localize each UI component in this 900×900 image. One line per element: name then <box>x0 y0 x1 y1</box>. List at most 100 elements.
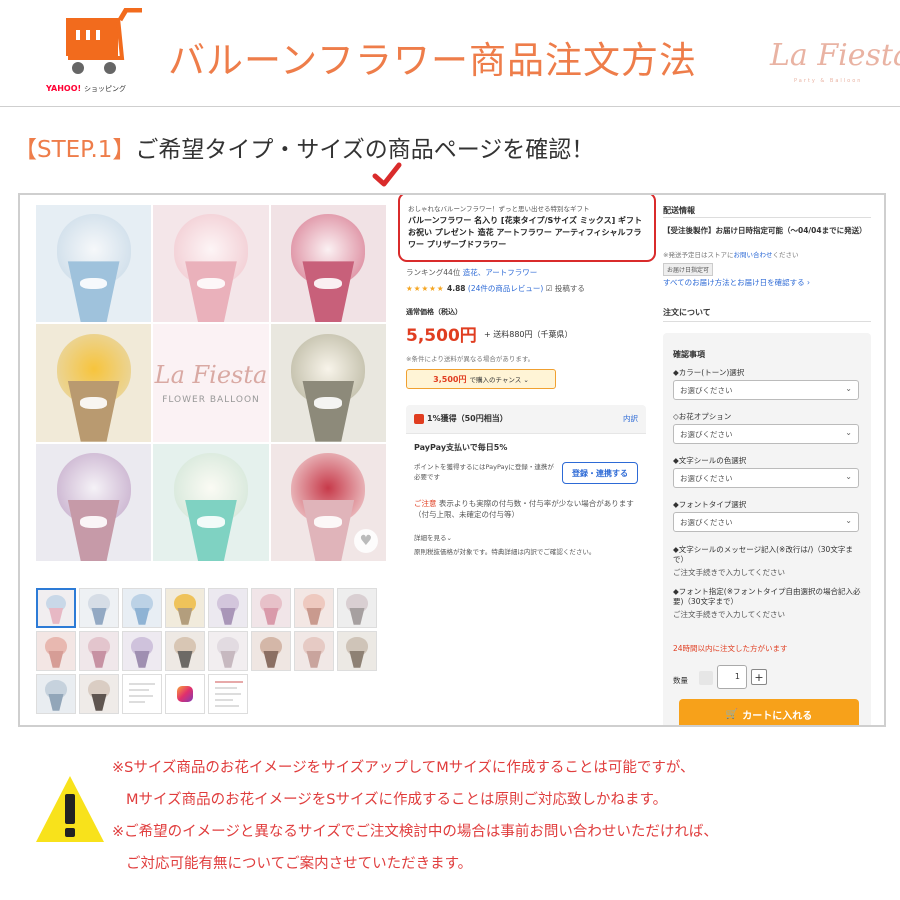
thumbnail[interactable] <box>36 674 76 714</box>
thumbnail[interactable] <box>294 588 334 628</box>
caution-text: ご注意 表示よりも実際の付与数・付与率が少ない場合があります（付与上限、未確定の… <box>414 499 634 519</box>
gallery-image[interactable] <box>270 205 386 323</box>
yahoo-shopping-logo: YAHOO! ショッピング <box>46 84 126 93</box>
breakdown-link[interactable]: 内訳 <box>623 413 638 424</box>
thumbnail[interactable] <box>251 588 291 628</box>
gallery-image[interactable] <box>153 443 269 561</box>
instagram-icon <box>177 686 193 702</box>
rating: ★★★★★ 4.88 (24件の商品レビュー) ☑ 投稿する <box>406 284 585 293</box>
price: 5,500円 <box>406 326 477 346</box>
font-spec-label: ◆フォント指定(※フォントタイプ自由選択の場合記入必要)（30文字まで） <box>673 587 861 606</box>
check-mark-icon <box>372 162 402 187</box>
notice-line: ※Sサイズ商品のお花イメージをサイズアップしてMサイズに作成することは可能ですが… <box>112 760 695 776</box>
product-name: バルーンフラワー 名入り [花束タイプ/Sサイズ ミックス] ギフト お祝い プ… <box>408 216 643 249</box>
font-type-label: ◆フォントタイプ選択 <box>673 500 747 509</box>
thumbnail[interactable] <box>251 631 291 671</box>
message-option-label: ◆文字シールのメッセージ記入(※改行は/)（30文字まで） <box>673 545 853 564</box>
size-notice: ※Sサイズ商品のお花イメージをサイズアップしてMサイズに作成することは可能ですが… <box>112 752 892 880</box>
delivery-date-badge: お届け日指定可 <box>663 263 714 276</box>
paypay-panel: PayPay支払いで毎日5% ポイントを獲得するにはPayPayに登録・連携が必… <box>406 433 646 575</box>
delivery-methods-link[interactable]: すべてのお届け方法とお届け日を確認する › <box>663 277 810 288</box>
thumbnail[interactable] <box>337 631 377 671</box>
shipping-note: ※条件により送料が異なる場合があります。 <box>406 355 535 363</box>
see-details-link[interactable]: 詳細を見る⌄ <box>414 532 452 542</box>
quantity-increment-button[interactable]: + <box>751 669 767 685</box>
gallery-image[interactable] <box>153 205 269 323</box>
thumbnail[interactable] <box>36 631 76 671</box>
star-rating-icon: ★★★★★ <box>406 284 445 293</box>
step-tag: 【STEP.1】 <box>14 137 136 163</box>
order-panel: 配送情報 【受注後製作】お届け日時指定可能（〜04/04までに発送） ※発送予定… <box>663 195 873 725</box>
order-heading: 注文について <box>663 308 711 317</box>
gallery-image[interactable] <box>270 324 386 442</box>
ranking: ランキング44位 造花、アートフラワー <box>406 268 538 277</box>
sticker-color-label: ◆文字シールの色選択 <box>673 456 747 465</box>
divider <box>663 217 871 218</box>
add-to-cart-button[interactable]: 🛒 カートに入れる <box>679 699 859 725</box>
font-type-select[interactable]: お選びください ⌄ <box>673 512 859 532</box>
points-rule: 原則税抜価格が対象です。特典詳細は内訳でご確認ください。 <box>414 548 596 556</box>
thumbnail[interactable] <box>337 588 377 628</box>
delivery-heading: 配送情報 <box>663 206 695 215</box>
price-label: 通常価格（税込） <box>406 308 462 316</box>
gallery-image[interactable]: ♥ <box>270 443 386 561</box>
font-spec-hint: ご注文手続きで入力してください <box>673 610 786 619</box>
review-link[interactable]: (24件の商品レビュー) <box>468 284 543 293</box>
recent-order-notice: 24時間以内に注文した方がいます <box>673 644 788 653</box>
page-title: バルーンフラワー商品注文方法 <box>168 39 698 82</box>
quantity-label: 数量 <box>673 676 688 685</box>
color-select[interactable]: お選びください ⌄ <box>673 380 859 400</box>
thumbnail[interactable] <box>122 588 162 628</box>
chevron-down-icon: ⌄ <box>845 516 852 525</box>
paypay-title: PayPay支払いで毎日5% <box>414 443 508 452</box>
product-catchcopy: おしゃれなバルーンフラワー！ずっと思い出せる特別なギフト <box>408 205 590 213</box>
product-name-highlight: おしゃれなバルーンフラワー！ずっと思い出せる特別なギフト バルーンフラワー 名入… <box>398 195 656 262</box>
delivery-note: ※発送予定日はストアにお問い合わせください <box>663 251 799 259</box>
notice-line: ※ご希望のイメージと異なるサイズでご注文検討中の場合は事前お問い合わせいただけれ… <box>112 824 718 840</box>
thumbnail[interactable] <box>208 588 248 628</box>
product-info: おしゃれなバルーンフラワー！ずっと思い出せる特別なギフト バルーンフラワー 名入… <box>398 195 656 725</box>
thumbnail[interactable] <box>165 631 205 671</box>
step-text: ご希望タイプ・サイズの商品ページを確認！ <box>135 137 595 163</box>
quantity-input[interactable]: 1 <box>717 665 747 689</box>
flower-option-select[interactable]: お選びください ⌄ <box>673 424 859 444</box>
gallery-brand-logo: La Fiesta <box>154 360 268 389</box>
thumbnail[interactable] <box>36 588 76 628</box>
purchase-chance-button[interactable]: 3,500円 で購入のチャンス ⌄ <box>406 369 556 389</box>
thumbnail[interactable] <box>79 674 119 714</box>
header-divider <box>0 106 900 107</box>
notice-line: ご対応可能有無についてご案内させていただきます。 <box>126 856 473 872</box>
sticker-color-select[interactable]: お選びください ⌄ <box>673 468 859 488</box>
gallery-image[interactable] <box>36 205 152 323</box>
thumbnail[interactable] <box>294 631 334 671</box>
color-option-label: ◆カラー(トーン)選択 <box>673 368 745 377</box>
thumbnail[interactable] <box>79 631 119 671</box>
notice-line: Mサイズ商品のお花イメージをSサイズに作成することは原則ご対応致しかねます。 <box>126 792 668 808</box>
gallery-logo-tile[interactable]: La Fiesta FLOWER BALLOON <box>153 324 269 442</box>
confirm-title: 確認事項 <box>673 350 705 359</box>
points-icon <box>414 413 424 424</box>
thumbnail[interactable] <box>79 588 119 628</box>
paypay-text: ポイントを獲得するにはPayPayに登録・連携が必要です <box>414 463 554 481</box>
flower-option-label: ◇お花オプション <box>673 412 732 421</box>
thumbnail[interactable] <box>122 631 162 671</box>
gallery-image[interactable] <box>36 324 152 442</box>
ranking-category-link[interactable]: 造花、アートフラワー <box>463 268 538 277</box>
thumbnail[interactable] <box>208 631 248 671</box>
post-review-link[interactable]: ☑ 投稿する <box>546 284 585 293</box>
contact-link[interactable]: お問い合わせ <box>733 251 772 259</box>
product-image-gallery[interactable]: La Fiesta FLOWER BALLOON ♥ <box>36 205 386 561</box>
register-link-button[interactable]: 登録・連携する <box>562 462 638 484</box>
shipping-fee: + 送料880円（千葉県） <box>484 330 573 339</box>
chevron-down-icon: ⌄ <box>845 472 852 481</box>
quantity-decrement-button[interactable] <box>699 671 713 685</box>
brand-logo: La Fiesta <box>770 38 900 73</box>
thumbnail[interactable] <box>208 674 248 714</box>
warning-icon <box>36 776 104 842</box>
thumbnail[interactable] <box>165 588 205 628</box>
heart-icon[interactable]: ♥ <box>354 529 378 553</box>
thumbnail[interactable] <box>122 674 162 714</box>
brand-tagline: Party & Balloon <box>794 78 863 84</box>
gallery-image[interactable] <box>36 443 152 561</box>
thumbnail[interactable] <box>165 674 205 714</box>
